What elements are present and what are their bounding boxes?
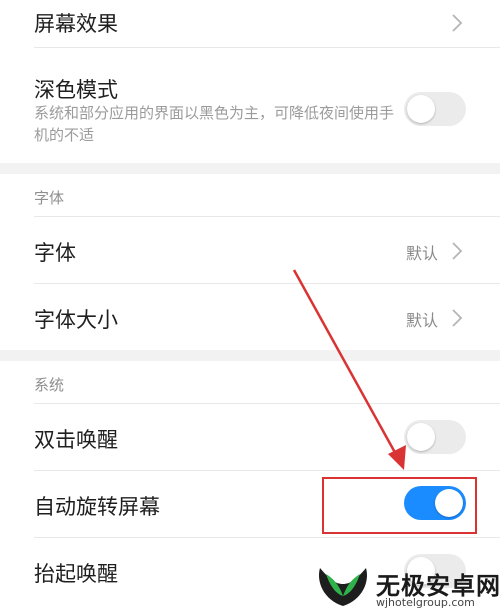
watermark-logo: 无极安卓网 wjhotelgroup.com — [310, 558, 500, 611]
annotation-arrow — [292, 269, 406, 470]
watermark-url: wjhotelgroup.com — [376, 596, 475, 609]
watermark-logo-icon — [318, 568, 368, 606]
